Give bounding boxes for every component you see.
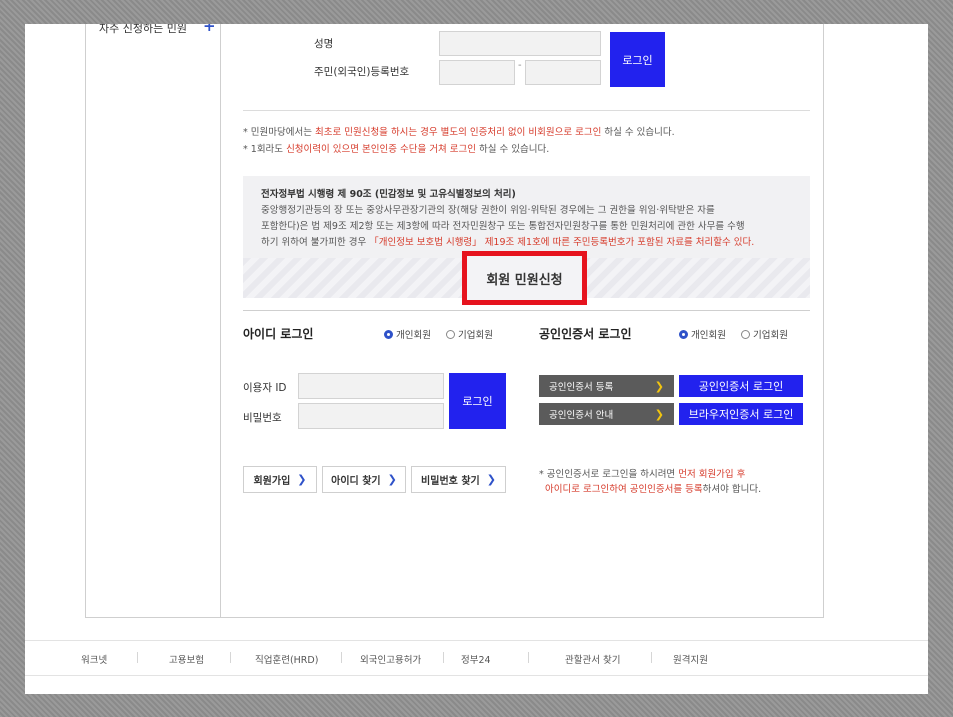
chevron-right-icon: ❯ bbox=[486, 473, 496, 486]
browser-cert-login-button[interactable]: 브라우저인증서 로그인 bbox=[679, 403, 803, 425]
rrn-back-field[interactable] bbox=[525, 60, 601, 85]
chevron-right-icon: ❯ bbox=[654, 407, 664, 421]
footer-link-foreign-employment[interactable]: 외국인고용허가 bbox=[360, 652, 421, 666]
radio-personal-member[interactable]: 개인회원 bbox=[384, 327, 431, 341]
footer-link-employment-insurance[interactable]: 고용보험 bbox=[169, 652, 204, 666]
cert-guide-button[interactable]: 공인인증서 안내 ❯ bbox=[539, 403, 674, 425]
rrn-front-field[interactable] bbox=[439, 60, 515, 85]
footer-link-find-office[interactable]: 관할관서 찾기 bbox=[565, 652, 620, 666]
notice-line-1: * 민원마당에서는 최초로 민원신청을 하시는 경우 별도의 인증처리 없이 비… bbox=[243, 127, 675, 138]
separator bbox=[230, 652, 231, 663]
radio-cert-personal-member[interactable]: 개인회원 bbox=[679, 327, 726, 341]
divider bbox=[243, 110, 810, 111]
footer-link-worknet[interactable]: 워크넷 bbox=[81, 652, 107, 666]
name-label: 성명 bbox=[314, 38, 334, 50]
bottom-strip bbox=[25, 676, 928, 694]
find-password-button[interactable]: 비밀번호 찾기 ❯ bbox=[411, 466, 506, 493]
id-login-button[interactable]: 로그인 bbox=[449, 373, 506, 429]
password-label: 비밀번호 bbox=[243, 412, 282, 424]
separator bbox=[443, 652, 444, 663]
main-panel: 자주 신청하는 민원 + 성명 주민(외국인)등록번호 - 로그인 * 민원마당… bbox=[85, 24, 824, 618]
login-content: 성명 주민(외국인)등록번호 - 로그인 * 민원마당에서는 최초로 민원신청을… bbox=[221, 24, 823, 617]
id-login-title: 아이디 로그인 bbox=[243, 327, 314, 341]
footer-link-remote-support[interactable]: 원격지원 bbox=[673, 652, 708, 666]
radio-corporate-member[interactable]: 기업회원 bbox=[446, 327, 493, 341]
separator bbox=[341, 652, 342, 663]
plus-icon[interactable]: + bbox=[203, 24, 216, 35]
user-id-input[interactable] bbox=[298, 373, 444, 399]
footer-links: 워크넷 고용보험 직업훈련(HRD) 외국인고용허가 정부24 관할관서 찾기 … bbox=[25, 640, 928, 676]
rrn-dash: - bbox=[518, 60, 522, 71]
radio-cert-corporate-member[interactable]: 기업회원 bbox=[741, 327, 788, 341]
sidebar-item-label: 자주 신청하는 민원 bbox=[99, 24, 187, 35]
footer-link-hrd[interactable]: 직업훈련(HRD) bbox=[255, 652, 318, 666]
user-id-label: 이용자 ID bbox=[243, 382, 287, 394]
law-line-1: 중앙행정기관등의 장 또는 중앙사무관장기관의 장(해당 권한이 위임·위탁된 … bbox=[261, 205, 715, 216]
separator bbox=[137, 652, 138, 663]
cert-note-line-1: * 공인인증서로 로그인을 하시려면 먼저 회원가입 후 bbox=[539, 469, 746, 480]
nonmember-login-button[interactable]: 로그인 bbox=[610, 32, 665, 87]
page: 자주 신청하는 민원 + 성명 주민(외국인)등록번호 - 로그인 * 민원마당… bbox=[25, 24, 928, 694]
chevron-right-icon: ❯ bbox=[297, 473, 307, 486]
cert-note-line-2: 아이디로 로그인하여 공인인증서를 등록하셔야 합니다. bbox=[545, 484, 762, 495]
sidebar: 자주 신청하는 민원 + bbox=[86, 24, 221, 617]
name-field[interactable] bbox=[439, 31, 601, 56]
cert-login-button[interactable]: 공인인증서 로그인 bbox=[679, 375, 803, 397]
password-input[interactable] bbox=[298, 403, 444, 429]
rrn-label: 주민(외국인)등록번호 bbox=[314, 66, 410, 78]
footer-link-gov24[interactable]: 정부24 bbox=[461, 652, 491, 666]
member-apply-button[interactable]: 회원 민원신청 bbox=[462, 251, 587, 305]
cert-login-title: 공인인증서 로그인 bbox=[539, 327, 632, 341]
separator bbox=[528, 652, 529, 663]
sidebar-item-frequent-complaints[interactable]: 자주 신청하는 민원 + bbox=[86, 24, 220, 38]
law-title: 전자정부법 시행령 제 90조 (민감정보 및 고유식별정보의 처리) bbox=[261, 189, 516, 200]
law-line-3: 하기 위하여 불가피한 경우 「개인정보 보호법 시행령」 제19조 제1호에 … bbox=[261, 237, 755, 248]
notice-line-2: * 1회라도 신청이력이 있으면 본인인증 수단을 거쳐 로그인 하실 수 있습… bbox=[243, 144, 550, 155]
find-id-button[interactable]: 아이디 찾기 ❯ bbox=[322, 466, 406, 493]
separator bbox=[651, 652, 652, 663]
cert-register-button[interactable]: 공인인증서 등록 ❯ bbox=[539, 375, 674, 397]
signup-button[interactable]: 회원가입 ❯ bbox=[243, 466, 317, 493]
law-line-2: 포함한다)은 법 제9조 제2항 또는 제3항에 따라 전자민원창구 또는 통합… bbox=[261, 221, 745, 232]
divider bbox=[243, 310, 810, 311]
chevron-right-icon: ❯ bbox=[387, 473, 397, 486]
chevron-right-icon: ❯ bbox=[654, 379, 664, 393]
